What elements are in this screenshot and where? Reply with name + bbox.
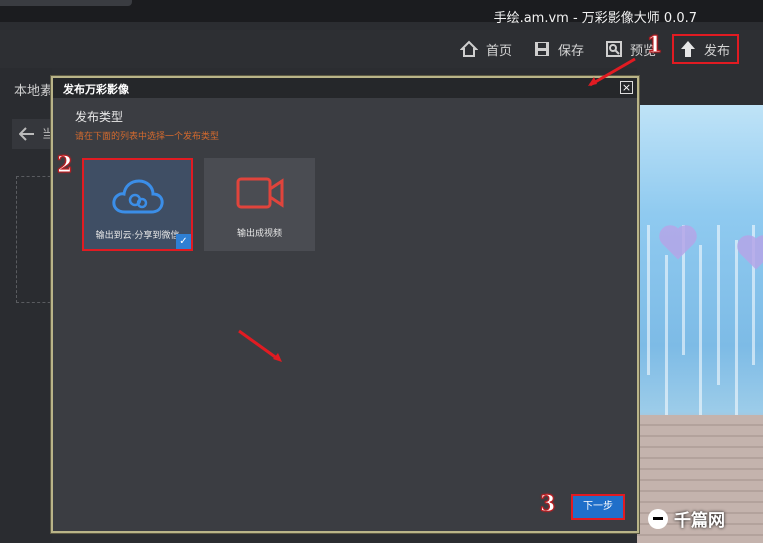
app-window: 手绘.am.vm - 万彩影像大师 0.0.7 首页 保存 预览 发布 本地素材… xyxy=(0,0,763,543)
publish-type-hint: 请在下面的列表中选择一个发布类型 xyxy=(75,132,220,142)
dialog-header: 发布万彩影像 × xyxy=(53,78,637,98)
step-number-3: 3 xyxy=(539,491,556,518)
back-arrow-icon[interactable] xyxy=(19,127,35,141)
window-title: 手绘.am.vm - 万彩影像大师 0.0.7 xyxy=(493,11,697,26)
dialog-title: 发布万彩影像 xyxy=(63,83,129,96)
title-bar: 手绘.am.vm - 万彩影像大师 0.0.7 xyxy=(0,0,763,30)
upload-arrow-icon xyxy=(681,41,695,57)
option-cloud-share[interactable]: 输出到云·分享到微信 ✓ xyxy=(82,158,193,251)
watermark-logo-icon xyxy=(648,508,668,529)
annotation-arrow-icon xyxy=(588,57,636,87)
step-number-2: 2 xyxy=(56,152,73,179)
save-button[interactable]: 保存 xyxy=(534,34,584,64)
option-cloud-label: 输出到云·分享到微信 xyxy=(95,231,180,241)
annotation-arrow-icon xyxy=(238,329,282,362)
step-number-1: 1 xyxy=(646,32,663,59)
publish-label: 发布 xyxy=(704,43,731,59)
video-camera-icon xyxy=(236,177,283,209)
publish-type-heading: 发布类型 xyxy=(75,110,124,124)
watermark: 千篇网 xyxy=(648,506,725,531)
cloud-icon xyxy=(111,179,164,214)
back-row[interactable]: 当 xyxy=(12,119,54,149)
home-icon xyxy=(460,40,478,57)
checkmark-icon: ✓ xyxy=(176,234,191,249)
watermark-text: 千篇网 xyxy=(674,511,725,531)
option-export-video[interactable]: 输出成视频 xyxy=(204,158,315,251)
publish-button[interactable]: 发布 xyxy=(672,34,739,64)
option-video-label: 输出成视频 xyxy=(236,229,282,239)
next-step-button[interactable]: 下一步 xyxy=(571,494,625,520)
preview-header xyxy=(637,68,763,105)
upload-drop-zone[interactable] xyxy=(16,176,56,303)
canvas-preview xyxy=(637,105,763,543)
local-assets-panel: 本地素材 当 xyxy=(0,68,66,543)
publish-dialog: 发布万彩影像 × 发布类型 请在下面的列表中选择一个发布类型 输出到云·分享到微… xyxy=(51,76,639,533)
save-icon xyxy=(535,42,549,56)
home-label: 首页 xyxy=(486,43,513,59)
home-button[interactable]: 首页 xyxy=(460,34,512,64)
